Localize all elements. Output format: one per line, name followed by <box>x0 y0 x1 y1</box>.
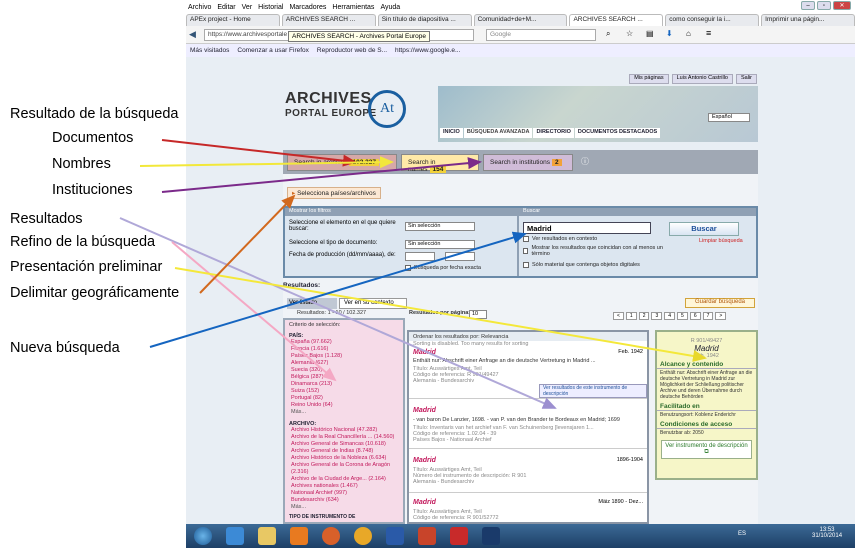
arrow-documentos <box>161 139 357 167</box>
arrow-refino <box>171 241 337 382</box>
arrow-delimitar <box>199 194 296 294</box>
annotation-arrows <box>119 139 707 409</box>
arrow-resultados <box>119 217 557 409</box>
arrow-nombres <box>139 156 394 169</box>
arrow-nueva-busqueda <box>149 231 527 348</box>
arrow-instituciones <box>161 157 482 193</box>
